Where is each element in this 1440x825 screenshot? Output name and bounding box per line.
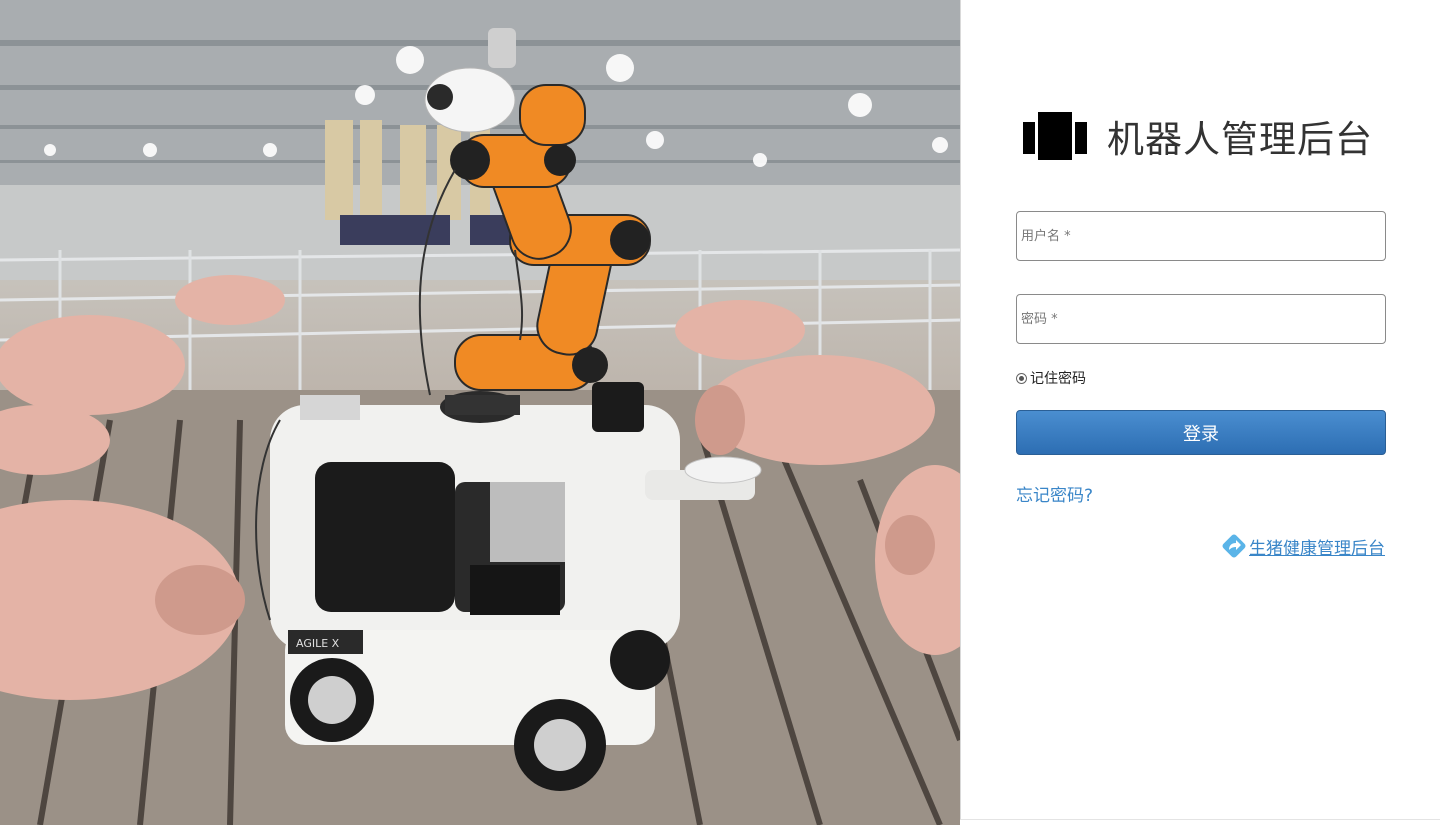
forgot-password-link[interactable]: 忘记密码? <box>1016 481 1093 506</box>
brand-logo <box>1023 112 1089 160</box>
page-title: 机器人管理后台 <box>1107 118 1373 161</box>
pig-health-admin-link[interactable]: 生猪健康管理后台 <box>1221 533 1385 559</box>
username-input[interactable] <box>1017 212 1385 260</box>
hero-image: AGILE X <box>0 0 960 825</box>
brand-header: 机器人管理后台 <box>1023 110 1373 162</box>
svg-text:AGILE X: AGILE X <box>296 637 340 650</box>
remember-label: 记住密码 <box>1030 371 1086 387</box>
login-button[interactable]: 登录 <box>1016 410 1386 455</box>
password-field[interactable] <box>1016 294 1386 344</box>
remember-password-option[interactable]: 记住密码 <box>1016 368 1086 388</box>
share-arrow-icon <box>1222 534 1246 558</box>
username-field[interactable] <box>1016 211 1386 261</box>
pig-health-admin-label: 生猪健康管理后台 <box>1249 538 1385 559</box>
hero-illustration: AGILE X <box>0 0 960 825</box>
login-panel: 机器人管理后台 记住密码 登录 忘记密码? 生猪健康管理后台 <box>960 0 1440 820</box>
password-input[interactable] <box>1017 295 1385 343</box>
remember-radio[interactable] <box>1016 372 1027 384</box>
